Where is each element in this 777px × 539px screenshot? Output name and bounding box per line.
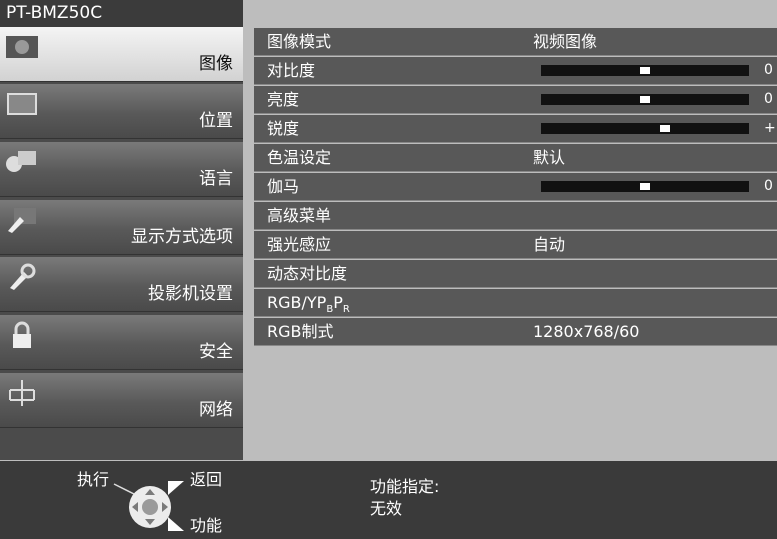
slider-thumb[interactable]: [660, 125, 670, 132]
remote-dpad-icon: [113, 481, 184, 531]
picture-icon: [6, 36, 38, 58]
row-label: 伽马: [267, 177, 300, 196]
row-label: 图像模式: [267, 32, 332, 51]
execute-label: 执行: [77, 470, 110, 489]
label-main-2: P: [333, 293, 343, 312]
menu-row-daylight-view[interactable]: 强光感应 自动: [254, 231, 777, 259]
row-label: 高级菜单: [267, 206, 332, 225]
row-value: 自动: [533, 235, 566, 254]
sidebar-item-position[interactable]: 位置: [0, 84, 243, 139]
bottom-guide-bar: 执行 返回 功能 功能指定: 无效: [0, 461, 777, 539]
menu-row-advanced-menu[interactable]: 高级菜单: [254, 202, 777, 230]
sidebar-item-security[interactable]: 安全: [0, 315, 243, 370]
row-label: 亮度: [267, 90, 300, 109]
menu-row-sharpness[interactable]: 锐度 +: [254, 115, 777, 143]
sidebar-item-label: 语言: [199, 169, 233, 189]
row-label: 对比度: [267, 61, 316, 80]
row-value: 视频图像: [533, 32, 598, 51]
slider-end-mark: 0: [764, 178, 773, 194]
function-assign-value: 无效: [370, 499, 403, 518]
brightness-slider[interactable]: [541, 94, 749, 105]
menu-row-rgb-ypbpr[interactable]: RGB/YPBPR: [254, 289, 777, 317]
menu-row-dynamic-contrast[interactable]: 动态对比度: [254, 260, 777, 288]
row-label: RGB制式: [267, 322, 334, 341]
slider-thumb[interactable]: [640, 183, 650, 190]
network-icon: [9, 380, 35, 406]
language-icon: [6, 151, 36, 172]
sharpness-slider[interactable]: [541, 123, 749, 134]
row-label: 动态对比度: [267, 264, 348, 283]
sidebar-item-label: 图像: [199, 54, 233, 74]
projector-menu-screen: PT-BMZ50C 图像 位置 语言 显示方式选项 投影机设置 安全 网络 图像…: [0, 0, 777, 539]
sidebar: 图像 位置 语言 显示方式选项 投影机设置 安全 网络: [0, 27, 243, 460]
menu-row-gamma[interactable]: 伽马 0: [254, 173, 777, 201]
sidebar-item-language[interactable]: 语言: [0, 142, 243, 197]
sidebar-item-label: 安全: [199, 342, 233, 362]
wrench-icon: [10, 263, 36, 290]
row-label: 强光感应: [267, 235, 332, 254]
sidebar-item-picture[interactable]: 图像: [0, 27, 243, 82]
slider-thumb[interactable]: [640, 96, 650, 103]
row-label: 色温设定: [267, 148, 332, 167]
label-sub-r: R: [342, 304, 350, 316]
gamma-slider[interactable]: [541, 181, 749, 192]
row-value: 1280x768/60: [533, 322, 640, 341]
sidebar-item-display-option[interactable]: 显示方式选项: [0, 200, 243, 255]
row-value: 默认: [533, 148, 566, 167]
menu-row-brightness[interactable]: 亮度 0: [254, 86, 777, 114]
slider-end-mark: +: [764, 120, 776, 136]
sidebar-item-label: 位置: [199, 111, 233, 131]
label-main: RGB/YP: [267, 293, 327, 312]
menu-row-rgb-format[interactable]: RGB制式 1280x768/60: [254, 318, 777, 346]
sidebar-item-label: 显示方式选项: [131, 227, 233, 247]
sidebar-item-label: 网络: [199, 400, 233, 420]
row-label: 锐度: [267, 119, 300, 138]
sidebar-item-network[interactable]: 网络: [0, 373, 243, 428]
function-assign-label: 功能指定:: [370, 477, 440, 496]
function-label: 功能: [190, 516, 223, 535]
sidebar-item-label: 投影机设置: [148, 284, 233, 304]
sidebar-item-projector-setup[interactable]: 投影机设置: [0, 257, 243, 312]
display-option-icon: [8, 208, 36, 233]
slider-end-mark: 0: [764, 91, 773, 107]
menu-row-picture-mode[interactable]: 图像模式 视频图像: [254, 28, 777, 56]
slider-end-mark: 0: [764, 62, 773, 78]
slider-thumb[interactable]: [640, 67, 650, 74]
back-label: 返回: [190, 470, 223, 489]
lock-icon: [13, 321, 31, 348]
model-title: PT-BMZ50C: [0, 0, 243, 27]
position-icon: [7, 93, 37, 115]
menu-row-contrast[interactable]: 对比度 0: [254, 57, 777, 85]
menu-row-color-temperature[interactable]: 色温设定 默认: [254, 144, 777, 172]
contrast-slider[interactable]: [541, 65, 749, 76]
